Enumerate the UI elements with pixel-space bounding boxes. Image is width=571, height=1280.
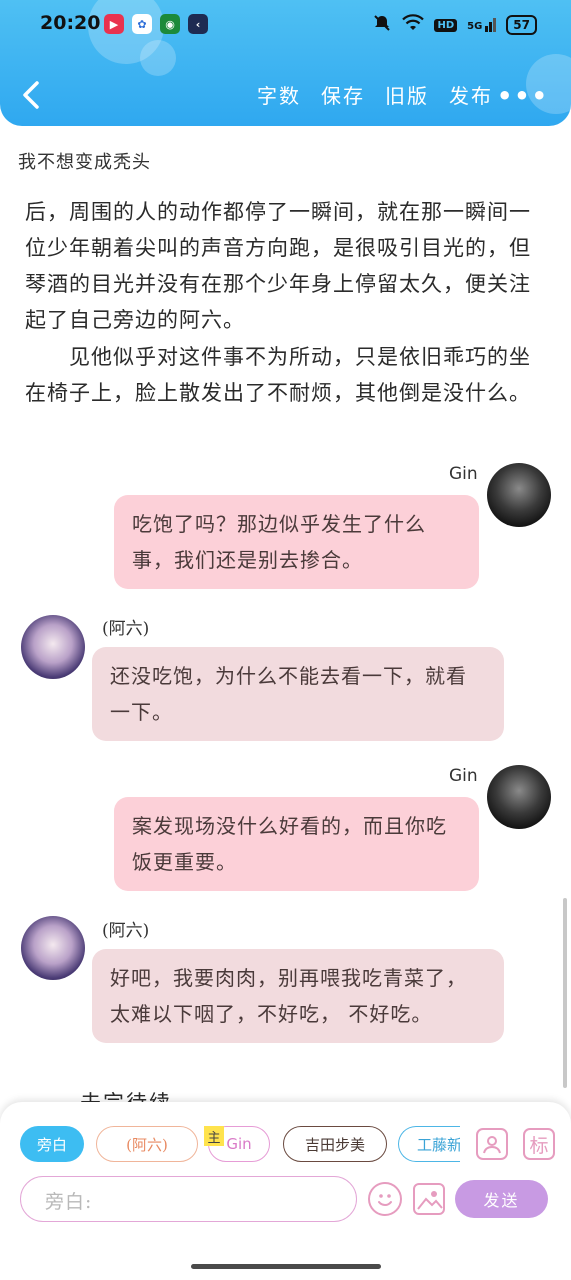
publish-button[interactable]: 发布	[449, 80, 493, 109]
back-button[interactable]	[18, 78, 44, 112]
avatar-gin[interactable]	[487, 765, 551, 829]
role-chip-narrator[interactable]: 旁白	[20, 1126, 84, 1162]
decor-circle	[140, 40, 176, 76]
input-value: 旁白:	[45, 1191, 93, 1213]
avatar-gin[interactable]	[487, 463, 551, 527]
signal-label: 5G	[467, 21, 483, 32]
save-button[interactable]: 保存	[321, 80, 365, 109]
speaker-name-gin: Gin	[449, 766, 478, 786]
role-chip-kudo[interactable]: 工藤新	[398, 1126, 460, 1162]
app-icon: ‹	[188, 14, 208, 34]
story-paragraph[interactable]: 见他似乎对这件事不为所动，只是依旧乖巧的坐在椅子上，脸上散发出了不耐烦，其他倒是…	[25, 339, 545, 411]
status-indicators: HD 5G 57	[372, 13, 537, 37]
message-bubble-gin[interactable]: 吃饱了吗？那边似乎发生了什么事，我们还是别去掺合。	[114, 495, 479, 589]
picture-icon	[417, 1191, 443, 1210]
speaker-name-ali: (阿六)	[102, 619, 150, 639]
main-character-tag: 主	[204, 1126, 224, 1146]
person-icon	[483, 1136, 501, 1154]
role-chip-yoshida[interactable]: 吉田步美	[283, 1126, 387, 1162]
home-indicator[interactable]	[191, 1264, 381, 1269]
smiley-icon	[378, 1194, 392, 1206]
message-bubble-gin[interactable]: 案发现场没什么好看的，而且你吃饭更重要。	[114, 797, 479, 891]
role-chip-ali[interactable]: (阿六)	[96, 1126, 198, 1162]
battery-indicator: 57	[506, 15, 537, 35]
mute-icon	[372, 13, 392, 37]
emoji-button[interactable]	[368, 1182, 402, 1216]
signal-icon: 5G	[467, 18, 497, 32]
battery-level: 57	[513, 18, 530, 32]
scrollbar-thumb[interactable]	[563, 898, 567, 1088]
toolbar: 字数 保存 旧版 发布	[257, 80, 493, 109]
wifi-icon	[402, 14, 425, 36]
to-be-continued-text: 未完待续	[80, 1088, 172, 1102]
story-paragraph[interactable]: 后，周围的人的动作都停了一瞬间，就在那一瞬间一位少年朝着尖叫的声音方向跑，是很吸…	[25, 194, 545, 338]
avatar-ali[interactable]	[21, 615, 85, 679]
image-button[interactable]	[413, 1183, 445, 1215]
message-bubble-ali[interactable]: 好吧，我要肉肉，别再喂我吃青菜了，太难以下咽了，不好吃， 不好吃。	[92, 949, 504, 1043]
more-button[interactable]: •••	[497, 82, 549, 110]
chevron-left-icon	[23, 81, 39, 109]
document-title: 我不想变成秃头	[18, 152, 151, 173]
message-bubble-ali[interactable]: 还没吃饱，为什么不能去看一下，就看一下。	[92, 647, 504, 741]
avatar-ali[interactable]	[21, 916, 85, 980]
more-dots-icon: •••	[496, 82, 549, 110]
speaker-name-ali: (阿六)	[102, 921, 150, 941]
old-version-button[interactable]: 旧版	[385, 80, 429, 109]
hd-badge: HD	[434, 18, 458, 32]
message-input[interactable]: 旁白:	[20, 1176, 357, 1222]
character-settings-button[interactable]	[476, 1128, 508, 1160]
mark-button[interactable]: 标	[523, 1128, 555, 1160]
oppo-app-icon: ◉	[160, 14, 180, 34]
speaker-name-gin: Gin	[449, 464, 478, 484]
baidu-app-icon: ✿	[132, 14, 152, 34]
header-bar: 20:20 ▶ ✿ ◉ ‹ HD 5G 57 字数 保存 旧版 发布 •••	[0, 0, 571, 126]
word-count-button[interactable]: 字数	[257, 80, 301, 109]
video-app-icon: ▶	[104, 14, 124, 34]
send-button[interactable]: 发送	[455, 1180, 548, 1218]
status-time: 20:20	[40, 12, 101, 34]
